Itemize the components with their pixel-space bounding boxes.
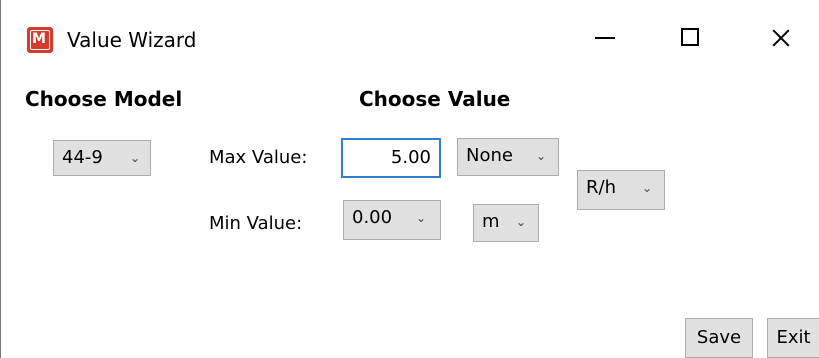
value-wizard-window: M Value Wizard Choose Model 44-9 ⌄ Choos… — [0, 0, 819, 358]
max-prefix-select-value: None — [466, 145, 513, 166]
min-prefix-select[interactable]: m ⌄ — [473, 204, 539, 242]
chevron-down-icon: ⌄ — [642, 181, 653, 195]
max-value-input[interactable]: 5.00 — [341, 138, 441, 178]
exit-button[interactable]: Exit — [767, 318, 819, 358]
window-title: Value Wizard — [67, 28, 197, 52]
model-select-value: 44-9 — [62, 147, 103, 168]
title-bar[interactable]: M Value Wizard — [1, 0, 819, 80]
unit-select[interactable]: R/h ⌄ — [577, 170, 665, 210]
unit-select-value: R/h — [586, 177, 616, 198]
maximize-button[interactable] — [661, 16, 721, 60]
chevron-down-icon: ⌄ — [416, 211, 427, 225]
min-prefix-select-value: m — [482, 211, 500, 232]
min-value-label: Min Value: — [209, 213, 303, 234]
chevron-down-icon: ⌄ — [130, 151, 141, 165]
app-logo-icon: M — [27, 27, 53, 53]
max-prefix-select[interactable]: None ⌄ — [457, 138, 559, 176]
save-button[interactable]: Save — [685, 318, 753, 358]
max-value-label: Max Value: — [209, 147, 308, 168]
close-button[interactable] — [751, 16, 811, 60]
chevron-down-icon: ⌄ — [536, 149, 547, 163]
chevron-down-icon: ⌄ — [516, 215, 527, 229]
choose-value-heading: Choose Value — [359, 87, 511, 111]
min-value-select[interactable]: 0.00 ⌄ — [343, 200, 441, 240]
choose-model-heading: Choose Model — [25, 87, 183, 111]
min-value-select-value: 0.00 — [352, 207, 393, 228]
model-select[interactable]: 44-9 ⌄ — [53, 140, 151, 176]
minimize-button[interactable] — [573, 16, 633, 60]
